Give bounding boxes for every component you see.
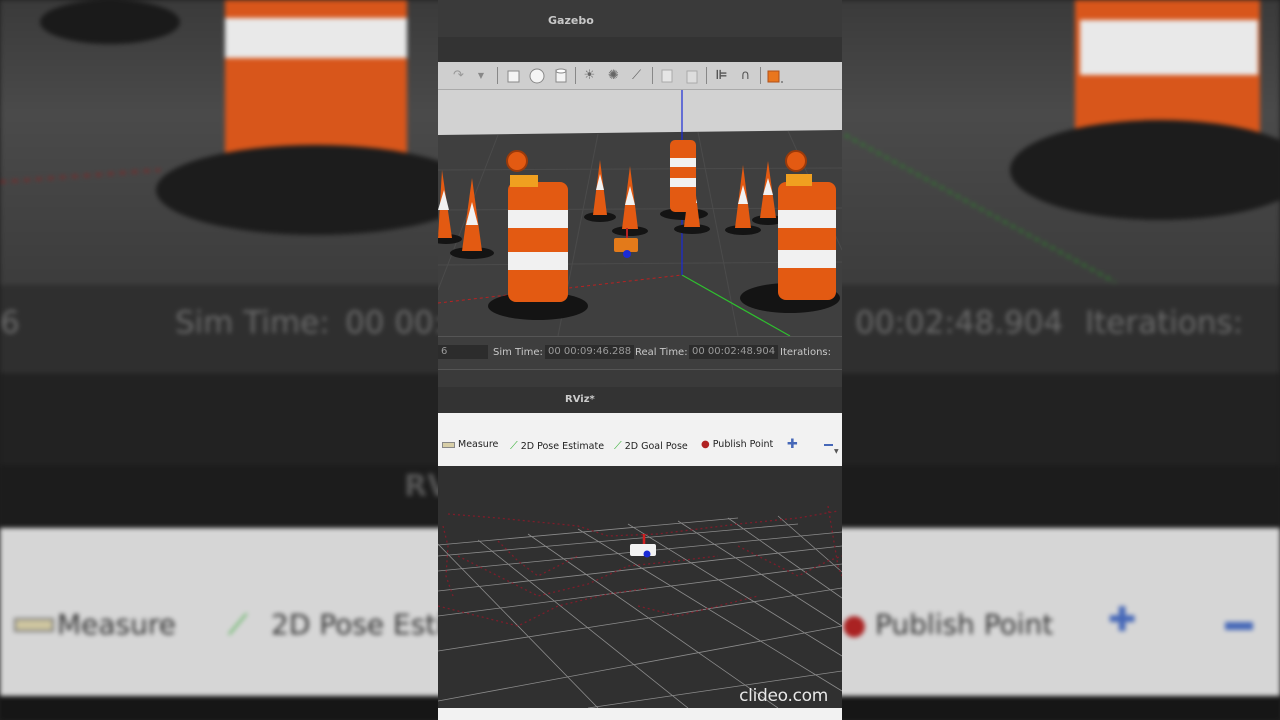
bg-status-left: 6 bbox=[0, 305, 20, 341]
redo-icon[interactable]: ↷ bbox=[450, 67, 467, 84]
gazebo-titlebar: Gazebo bbox=[438, 0, 842, 37]
real-time-label: Real Time: bbox=[635, 347, 688, 358]
paste-icon[interactable] bbox=[683, 67, 700, 84]
map-pin-icon: ● bbox=[701, 439, 710, 450]
pose-arrow-icon: ⟋ bbox=[510, 439, 518, 452]
sphere-icon[interactable] bbox=[528, 67, 545, 84]
goal-pose-tool[interactable]: ⟋ 2D Goal Pose bbox=[614, 439, 688, 453]
pose-estimate-label: 2D Pose Estimate bbox=[520, 440, 605, 452]
measure-tool[interactable]: Measure bbox=[442, 439, 498, 450]
toolbar-separator bbox=[497, 67, 498, 84]
rviz-titlebar: RViz* bbox=[438, 387, 842, 413]
bg-measure-icon bbox=[14, 618, 54, 632]
goal-arrow-icon: ⟋ bbox=[614, 439, 622, 452]
toolbar-separator bbox=[760, 67, 761, 84]
bg-pose-icon: ⟋ bbox=[228, 608, 248, 641]
real-time-value: 00 00:02:48.904 bbox=[689, 345, 779, 359]
toolbar-separator bbox=[575, 67, 576, 84]
bg-real-time-value: 00:02:48.904 bbox=[855, 305, 1064, 341]
box-icon[interactable] bbox=[504, 67, 521, 84]
gazebo-title: Gazebo bbox=[548, 14, 594, 27]
plus-icon[interactable]: ✚ bbox=[787, 437, 798, 452]
pose-estimate-tool[interactable]: ⟋ 2D Pose Estimate bbox=[510, 439, 604, 453]
measure-label: Measure bbox=[458, 439, 499, 450]
watermark: clideo.com bbox=[739, 686, 828, 706]
bg-pose-label: 2D Pose Estin bbox=[271, 608, 462, 641]
toolbar-separator bbox=[706, 67, 707, 84]
goal-pose-label: 2D Goal Pose bbox=[624, 440, 688, 452]
overflow-arrow-icon[interactable]: ▼ bbox=[834, 448, 839, 455]
iterations-label: Iterations: bbox=[780, 347, 831, 358]
bg-plus-icon: ✚ bbox=[1108, 600, 1137, 640]
bg-iterations-label: Iterations: bbox=[1085, 305, 1244, 341]
gazebo-3d-viewport[interactable] bbox=[438, 90, 842, 337]
toolbar-separator bbox=[652, 67, 653, 84]
video-frame: Gazebo ↷ ▼ ☀ ✺ ⟋ ⊫ ∩ 6 Sim Time: 00 00:0… bbox=[438, 0, 842, 720]
bg-sim-time-value: 00 00: bbox=[345, 305, 445, 341]
cylinder-icon[interactable] bbox=[552, 67, 569, 84]
sim-time-value: 00 00:09:46.288 bbox=[545, 345, 635, 359]
bg-minus-icon bbox=[1225, 622, 1253, 630]
view-angle-icon[interactable] bbox=[766, 67, 783, 84]
spot-light-icon[interactable]: ✺ bbox=[605, 67, 622, 84]
bg-measure-label: Measure bbox=[57, 608, 176, 641]
rviz-3d-viewport[interactable] bbox=[438, 466, 842, 709]
rviz-toolbar: Measure ⟋ 2D Pose Estimate ⟋ 2D Goal Pos… bbox=[438, 413, 842, 466]
snap-icon[interactable]: ∩ bbox=[737, 67, 754, 84]
rviz-scene[interactable] bbox=[438, 466, 842, 709]
minus-icon[interactable] bbox=[824, 444, 833, 446]
directional-light-icon[interactable]: ⟋ bbox=[628, 67, 645, 84]
bg-publish-label: Publish Point bbox=[875, 608, 1054, 641]
gazebo-bottom-strip bbox=[438, 369, 842, 388]
dropdown-arrow-icon[interactable]: ▼ bbox=[476, 67, 486, 84]
iterations-field-left: 6 bbox=[438, 345, 488, 359]
copy-icon[interactable] bbox=[658, 67, 675, 84]
align-icon[interactable]: ⊫ bbox=[713, 67, 730, 84]
bg-point-icon: ● bbox=[842, 608, 867, 641]
bg-sim-time-label: Sim Time: bbox=[175, 305, 330, 341]
publish-point-label: Publish Point bbox=[712, 439, 774, 450]
sim-time-label: Sim Time: bbox=[493, 347, 543, 358]
gazebo-toolbar: ↷ ▼ ☀ ✺ ⟋ ⊫ ∩ bbox=[438, 62, 842, 90]
gazebo-menubar bbox=[438, 37, 842, 62]
point-light-icon[interactable]: ☀ bbox=[581, 67, 598, 84]
rviz-bottom-strip bbox=[438, 708, 842, 720]
rviz-title: RViz* bbox=[565, 394, 595, 405]
publish-point-tool[interactable]: ● Publish Point bbox=[701, 439, 773, 450]
gazebo-status-bar: 6 Sim Time: 00 00:09:46.288 Real Time: 0… bbox=[438, 336, 842, 370]
ruler-icon bbox=[442, 441, 455, 448]
gazebo-scene[interactable] bbox=[438, 90, 842, 337]
